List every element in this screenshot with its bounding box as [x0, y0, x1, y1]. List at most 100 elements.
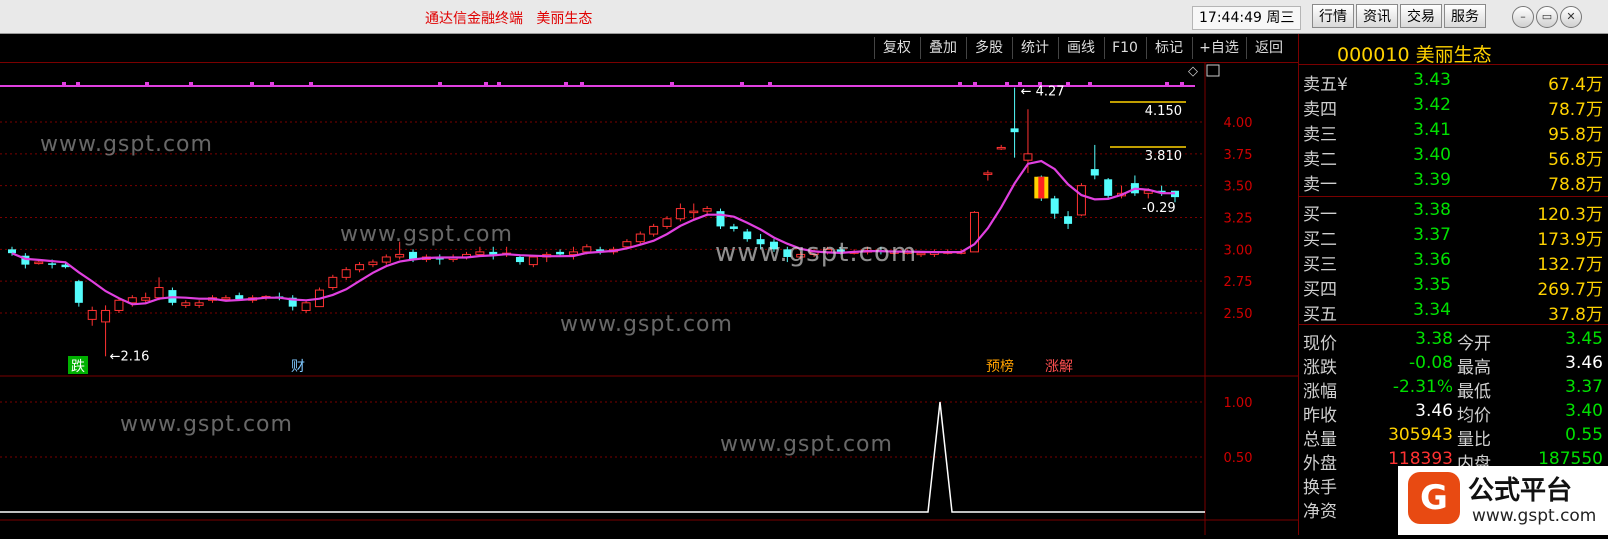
candle-body: [649, 225, 659, 235]
bid-row[interactable]: 买四 3.35 269.7万: [1299, 273, 1608, 300]
candle-body: [635, 233, 645, 243]
bid-volume: 173.9万: [1537, 230, 1603, 250]
event-marker: 预榜: [986, 358, 1014, 375]
candle-body: [8, 249, 16, 254]
info-value-2: 0.55: [1565, 425, 1603, 445]
signal-dot: [1005, 82, 1009, 86]
info-row: 昨收 3.46 均价 3.40: [1299, 399, 1608, 426]
panel-toggle-icon: [1206, 64, 1220, 77]
stock-name: 美丽生态: [1415, 44, 1492, 66]
candle-body: [1104, 179, 1113, 196]
info-label: 净资: [1303, 502, 1337, 522]
ask-price: 3.39: [1413, 170, 1451, 190]
price-axis-label: 3.50: [1224, 180, 1253, 195]
high-annotation: ← 4.27: [1021, 85, 1065, 100]
ask-row[interactable]: 卖四 3.42 78.7万: [1299, 93, 1608, 120]
ask-row[interactable]: 卖三 3.41 95.8万: [1299, 118, 1608, 145]
candle-body: [568, 251, 578, 255]
price-axis-label: 2.50: [1224, 307, 1253, 322]
candle-body: [515, 256, 524, 263]
watermark: www.gspt.com: [720, 432, 893, 457]
signal-dot: [62, 82, 66, 86]
f10-button[interactable]: F10: [1104, 37, 1145, 59]
back-button[interactable]: 返回: [1246, 37, 1291, 59]
candle-body: [702, 208, 712, 212]
info-value-2: 3.37: [1565, 377, 1603, 397]
info-value: -0.08: [1409, 353, 1453, 373]
candle-body: [101, 309, 111, 323]
event-marker: 涨解: [1045, 359, 1073, 375]
nav-button-service[interactable]: 服务: [1444, 4, 1486, 28]
signal-dot: [670, 82, 674, 86]
diamond-icon: ◇: [1188, 64, 1198, 79]
ask-row[interactable]: 卖一 3.39 78.8万: [1299, 168, 1608, 195]
candle-body: [341, 269, 351, 278]
price-axis-label: 3.25: [1224, 212, 1253, 227]
bid-row[interactable]: 买三 3.36 132.7万: [1299, 248, 1608, 275]
chart-area[interactable]: 4.00 3.75 3.50 3.25 3.00 2.75 2.50 ◇ ← 4.27 ←2.1…: [0, 62, 1298, 535]
signal-dot: [484, 82, 488, 86]
price-axis-label: 2.75: [1224, 275, 1253, 290]
signal-dot: [250, 82, 254, 86]
ask-row[interactable]: 卖五¥ 3.43 67.4万: [1299, 68, 1608, 95]
low-annotation: ←2.16: [110, 349, 150, 364]
candle-body: [622, 241, 632, 248]
candle-body: [154, 287, 164, 299]
candle-body: [368, 261, 378, 266]
price-axis-label: 3.00: [1224, 243, 1253, 258]
level-upper-label: 4.150: [1145, 104, 1182, 119]
clock: 17:44:49 周三: [1192, 6, 1302, 30]
signal-dot: [740, 82, 744, 86]
mark-button[interactable]: 标记: [1146, 37, 1191, 59]
bid-row[interactable]: 买二 3.37 173.9万: [1299, 223, 1608, 250]
candle-body: [716, 211, 725, 227]
candle-body: [582, 246, 592, 253]
multi-stock-button[interactable]: 多股: [966, 37, 1011, 59]
bid-price: 3.35: [1413, 275, 1451, 295]
quote-panel: 000010 美丽生态 卖五¥ 3.43 67.4万 卖四 3.42 78.7万 卖三 3.4…: [1298, 34, 1608, 535]
candle-body: [48, 263, 57, 265]
candle-body: [996, 146, 1006, 150]
candle-body: [916, 252, 926, 256]
candle-body: [662, 218, 672, 227]
bid-volume: 132.7万: [1537, 255, 1603, 275]
info-value-2: 3.46: [1565, 353, 1603, 373]
add-watchlist-button[interactable]: +自选: [1192, 37, 1245, 59]
signal-dot: [270, 82, 274, 86]
signal-dot: [1088, 82, 1092, 86]
overlay-button[interactable]: 叠加: [920, 37, 965, 59]
close-icon[interactable]: ✕: [1560, 6, 1582, 28]
info-row: 涨跌 -0.08 最高 3.46: [1299, 351, 1608, 378]
sub-axis-label: 1.00: [1224, 396, 1253, 411]
bid-row[interactable]: 买五 3.34 37.8万: [1299, 298, 1608, 325]
bid-row[interactable]: 买一 3.38 120.3万: [1299, 198, 1608, 225]
watermark: www.gspt.com: [40, 132, 213, 157]
statistics-button[interactable]: 统计: [1012, 37, 1057, 59]
site-logo: G 公式平台 www.gspt.com: [1398, 466, 1608, 535]
signal-dot: [309, 82, 313, 86]
watermark: www.gspt.com: [340, 222, 513, 247]
restore-rights-button[interactable]: 复权: [874, 37, 919, 59]
signal-dot: [958, 82, 962, 86]
signal-dot: [189, 82, 193, 86]
nav-button-news[interactable]: 资讯: [1356, 4, 1398, 28]
candle-body: [114, 299, 124, 311]
ask-volume: 78.8万: [1548, 175, 1603, 195]
draw-line-button[interactable]: 画线: [1058, 37, 1103, 59]
candle-body: [1010, 128, 1019, 133]
ask-row[interactable]: 卖二 3.40 56.8万: [1299, 143, 1608, 170]
restore-icon[interactable]: ▭: [1536, 6, 1558, 28]
info-value-2: 3.45: [1565, 329, 1603, 349]
price-axis-label: 3.75: [1224, 148, 1253, 163]
info-value-2: 3.40: [1565, 401, 1603, 421]
minimize-icon[interactable]: –: [1512, 6, 1534, 28]
chart-toolbar: 复权 叠加 多股 统计 画线 F10 标记 +自选 返回: [0, 34, 1298, 63]
nav-button-trade[interactable]: 交易: [1400, 4, 1442, 28]
window-title: 通达信金融终端 美丽生态: [425, 11, 593, 27]
candle-body: [381, 256, 391, 263]
candle-body: [181, 302, 191, 306]
signal-dot: [580, 82, 584, 86]
nav-button-market[interactable]: 行情: [1312, 4, 1354, 28]
stock-code-name[interactable]: 000010 美丽生态: [1337, 40, 1492, 67]
bid-label: 买五: [1303, 305, 1337, 325]
